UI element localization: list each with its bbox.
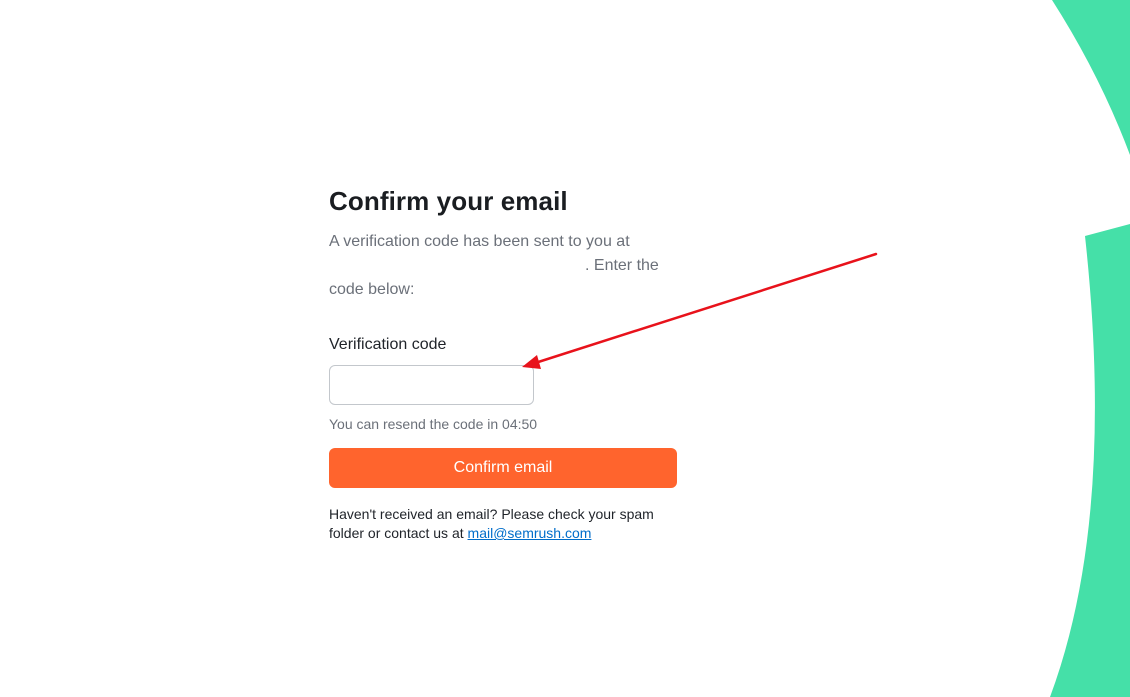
confirm-email-form: Confirm your email A verification code h… [329,183,689,543]
green-arc-top [1052,0,1130,155]
resend-countdown-text: You can resend the code in 04:50 [329,416,538,432]
confirm-email-button[interactable]: Confirm email [329,448,677,488]
redacted-email-address [329,256,585,272]
green-arc-main [1050,224,1130,697]
page-title: Confirm your email [329,186,568,216]
support-email-link[interactable]: mail@semrush.com [468,525,592,541]
intro-line-1: A verification code has been sent to you… [329,233,630,250]
verification-intro: A verification code has been sent to you… [329,230,669,302]
verification-code-input[interactable] [329,365,534,405]
help-text: Haven't received an email? Please check … [329,505,679,543]
verification-code-label: Verification code [329,336,447,353]
